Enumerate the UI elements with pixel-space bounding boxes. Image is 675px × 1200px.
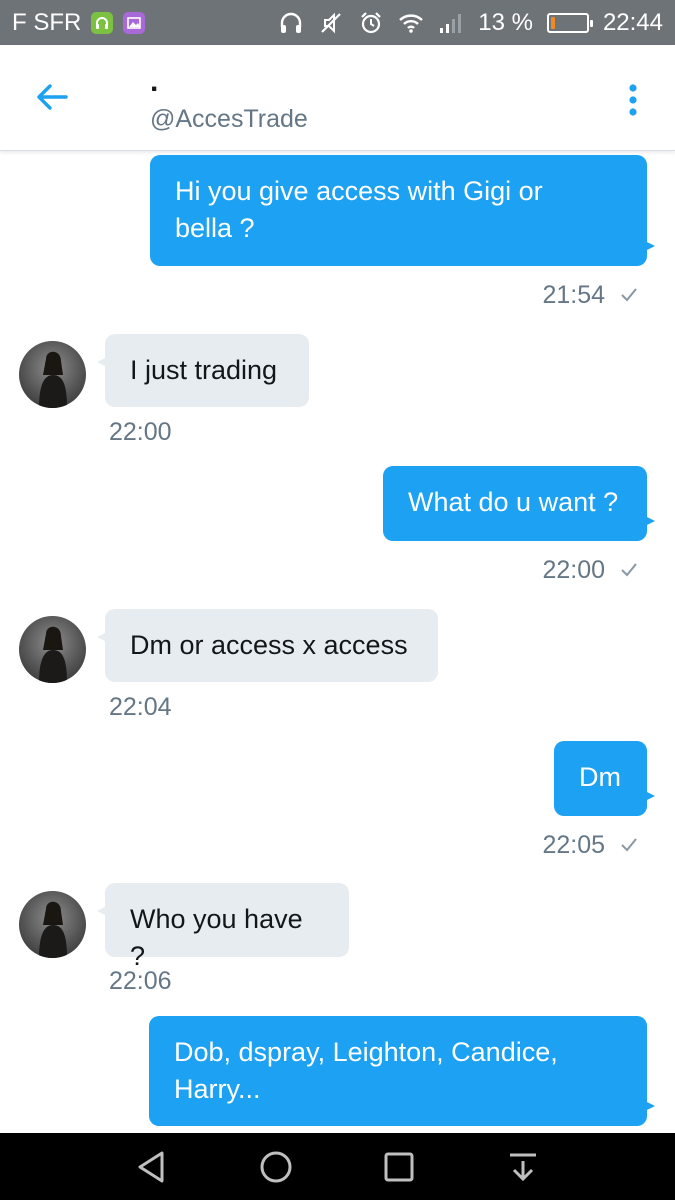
triangle-back-icon xyxy=(138,1151,164,1182)
profile-photo-icon xyxy=(39,901,67,958)
overflow-menu-button[interactable] xyxy=(619,80,647,124)
conversation-header: . @AccesTrade xyxy=(0,45,675,151)
message-time: 22:00 xyxy=(109,418,172,446)
wifi-icon xyxy=(398,10,424,36)
message-time: 22:05 xyxy=(542,831,605,859)
incoming-message[interactable]: Who you have ? xyxy=(97,883,349,971)
message-time: 22:06 xyxy=(109,967,172,995)
notification-pull-button[interactable] xyxy=(503,1147,543,1187)
avatar[interactable] xyxy=(19,616,86,683)
battery-icon xyxy=(546,12,593,33)
avatar[interactable] xyxy=(19,891,86,958)
sent-check-icon xyxy=(619,835,639,855)
message-time: 22:04 xyxy=(109,693,172,721)
more-vert-icon xyxy=(629,84,637,116)
battery-percent: 13 % xyxy=(478,8,533,36)
incoming-message[interactable]: I just trading xyxy=(97,334,309,407)
message-line: bella ? xyxy=(175,213,255,243)
status-right: 13 % 22:44 xyxy=(278,9,663,37)
carrier-label: F SFR xyxy=(12,8,82,36)
message-list[interactable]: Hi you give access with Gigi or bella ? … xyxy=(0,151,675,1133)
back-button[interactable] xyxy=(30,75,74,119)
message-time: 22:00 xyxy=(542,556,605,584)
profile-photo-icon xyxy=(39,351,67,408)
battery-level xyxy=(550,16,555,29)
message-line: Harry... xyxy=(174,1074,261,1104)
outgoing-message[interactable]: Dm xyxy=(554,741,655,816)
profile-photo-icon xyxy=(39,626,67,683)
message-line: Hi you give access with Gigi or xyxy=(175,176,543,206)
conversation-handle: @AccesTrade xyxy=(150,105,308,133)
outgoing-message[interactable]: What do u want ? xyxy=(383,466,655,541)
message-text: Dm or access x access xyxy=(130,630,408,660)
circle-home-icon xyxy=(260,1151,292,1182)
pull-down-icon xyxy=(510,1153,537,1181)
navigation-bar xyxy=(0,1133,675,1200)
signal-icon xyxy=(438,10,464,36)
message-time: 21:54 xyxy=(542,281,605,309)
status-left: F SFR xyxy=(12,8,146,37)
incoming-message[interactable]: Dm or access x access xyxy=(97,609,438,682)
sent-check-icon xyxy=(619,285,639,305)
sent-check-icon xyxy=(619,560,639,580)
status-time: 22:44 xyxy=(602,8,663,36)
outgoing-message[interactable]: Hi you give access with Gigi or bella ? xyxy=(150,155,655,266)
square-recents-icon xyxy=(384,1152,414,1181)
home-nav-button[interactable] xyxy=(256,1147,296,1187)
message-text: What do u want ? xyxy=(408,487,619,517)
avatar[interactable] xyxy=(19,341,86,408)
alarm-icon xyxy=(358,10,384,36)
message-line: Dob, dspray, Leighton, Candice, xyxy=(174,1037,558,1067)
back-nav-button[interactable] xyxy=(132,1147,172,1187)
conversation-title: . xyxy=(150,65,159,98)
message-text: Dm xyxy=(579,762,621,792)
mute-icon xyxy=(318,10,344,36)
back-arrow-icon xyxy=(37,84,68,110)
headphones-icon xyxy=(278,10,304,36)
outgoing-message[interactable]: Dob, dspray, Leighton, Candice, Harry... xyxy=(149,1016,655,1126)
status-bar: F SFR 13 % 22:44 xyxy=(0,0,675,45)
headset-icon xyxy=(91,11,114,34)
message-text: Who you have ? xyxy=(130,904,303,971)
message-text: I just trading xyxy=(130,355,278,385)
recents-nav-button[interactable] xyxy=(379,1147,419,1187)
gallery-icon xyxy=(123,11,146,34)
